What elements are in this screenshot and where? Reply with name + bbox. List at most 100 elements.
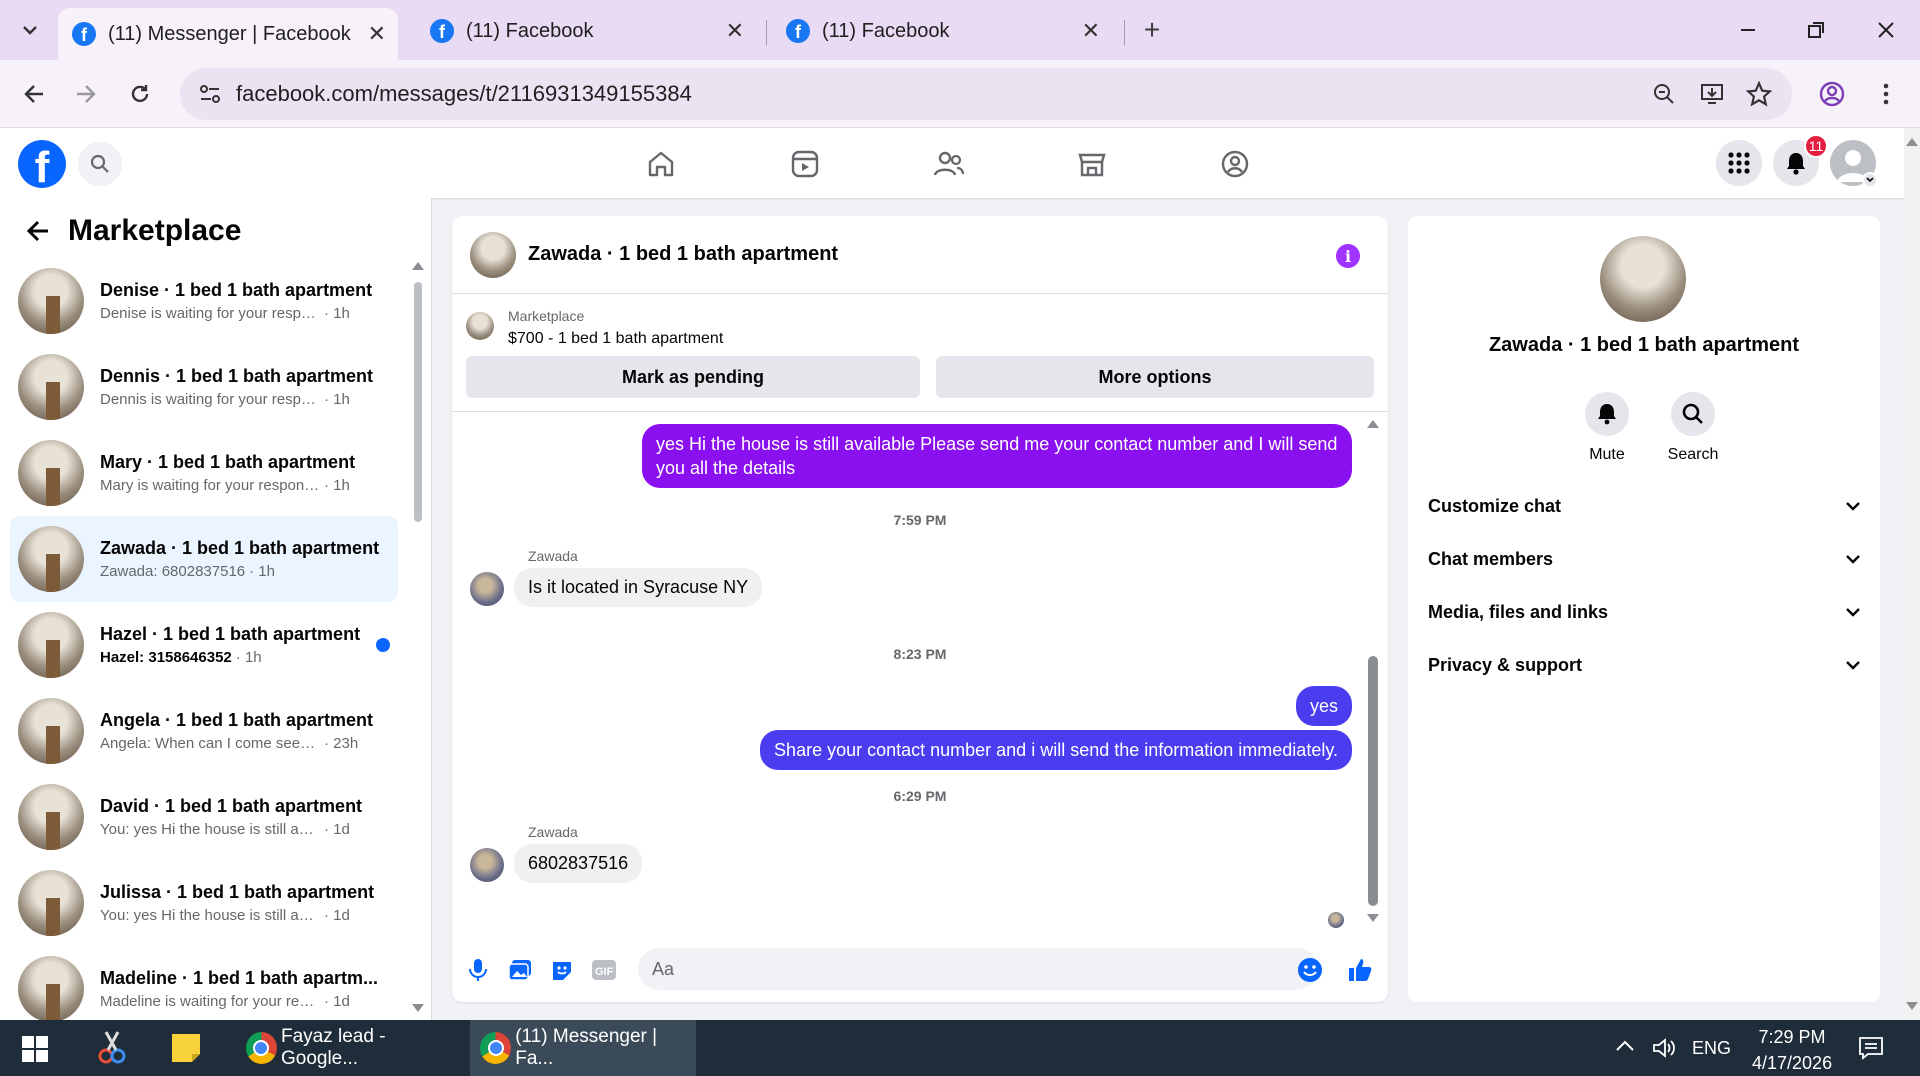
menu-grid-button[interactable] [1716,140,1762,186]
message-thread: yes Hi the house is still available Plea… [452,414,1388,934]
scroll-down-icon[interactable] [1367,914,1379,922]
conversation-avatar[interactable] [470,232,516,278]
windows-start-icon[interactable] [22,1036,48,1062]
notification-center-icon[interactable] [1858,1036,1884,1060]
close-tab-icon[interactable]: ✕ [368,21,386,47]
section-privacy-support[interactable]: Privacy & support [1428,645,1860,685]
video-icon[interactable] [787,146,823,182]
scroll-down-icon[interactable] [412,1004,424,1012]
zoom-icon[interactable] [1652,82,1676,106]
browser-toolbar: facebook.com/messages/t/2116931349155384 [0,60,1920,128]
chat-item-denise[interactable]: Denise · 1 bed 1 bath apartment Denise i… [10,258,398,344]
new-tab-icon[interactable]: + [1136,14,1168,46]
chat-item-dennis[interactable]: Dennis · 1 bed 1 bath apartment Dennis i… [10,344,398,430]
chevron-down-icon [1846,661,1860,670]
taskbar-app-fayaz-lead[interactable]: Fayaz lead - Google... [236,1020,462,1076]
gif-icon[interactable]: GIF [590,956,618,984]
install-app-icon[interactable] [1700,82,1724,106]
like-thumbs-up-icon[interactable] [1346,956,1374,984]
site-settings-icon[interactable] [198,82,222,106]
close-tab-icon[interactable]: ✕ [726,18,744,44]
browser-tab-strip: f (11) Messenger | Facebook ✕ f (11) Fac… [0,0,1920,60]
reload-icon[interactable] [124,78,156,110]
tab-search-chevron-icon[interactable] [14,14,46,46]
more-options-button[interactable]: More options [936,356,1374,398]
chat-time: · 1h [249,563,275,580]
page-scrollbar[interactable] [1904,128,1920,1020]
listing-title[interactable]: $700 - 1 bed 1 bath apartment [508,330,723,348]
search-button[interactable]: Search [1658,392,1728,464]
forward-icon[interactable] [70,78,102,110]
chat-item-david[interactable]: David · 1 bed 1 bath apartment You: yes … [10,774,398,860]
back-arrow-icon[interactable] [26,219,50,243]
chat-item-julissa[interactable]: Julissa · 1 bed 1 bath apartment You: ye… [10,860,398,946]
sticker-icon[interactable] [548,956,576,984]
chat-time: · 1h [324,391,350,408]
chat-item-hazel[interactable]: Hazel · 1 bed 1 bath apartment Hazel: 31… [10,602,398,688]
chat-preview: Angela: When can I come seee it [100,735,320,752]
scroll-up-icon[interactable] [1906,138,1918,146]
chat-item-zawada[interactable]: Zawada · 1 bed 1 bath apartment Zawada: … [10,516,398,602]
back-icon[interactable] [18,78,50,110]
chat-name: Mary · 1 bed 1 bath apartment [100,452,356,472]
input-language[interactable]: ENG [1692,1038,1731,1059]
home-icon[interactable] [643,146,679,182]
avatar [18,526,84,592]
restore-icon[interactable] [1800,14,1832,46]
microphone-icon[interactable] [464,956,492,984]
facebook-logo[interactable]: f [18,140,66,188]
tab-facebook-1[interactable]: f (11) Facebook ✕ [416,8,756,54]
scroll-up-icon[interactable] [1367,420,1379,428]
marketplace-label: Marketplace [508,308,585,324]
profile-avatar[interactable] [1600,236,1686,322]
tab-messenger[interactable]: f (11) Messenger | Facebook ✕ [58,8,398,60]
chat-time: · 1d [324,907,350,924]
close-tab-icon[interactable]: ✕ [1082,18,1100,44]
section-customize-chat[interactable]: Customize chat [1428,486,1860,526]
volume-icon[interactable] [1652,1036,1676,1060]
sticky-notes-icon[interactable] [170,1032,202,1064]
section-chat-members[interactable]: Chat members [1428,539,1860,579]
scroll-down-icon[interactable] [1906,1002,1918,1010]
taskbar-app-messenger[interactable]: (11) Messenger | Fa... [470,1020,696,1076]
mute-button[interactable]: Mute [1572,392,1642,464]
bookmark-star-icon[interactable] [1746,81,1772,107]
message-scrollbar[interactable] [1368,656,1378,906]
message-input[interactable] [638,948,1318,990]
emoji-icon[interactable] [1296,956,1324,984]
sender-name: Zawada [528,824,578,840]
browser-menu-icon[interactable] [1870,78,1902,110]
info-icon[interactable]: i [1336,244,1360,268]
chevron-down-icon [1846,608,1860,617]
chrome-icon [480,1032,512,1064]
chat-time: · 1h [324,305,350,322]
clock[interactable]: 7:29 PM 4/17/2026 [1752,1024,1832,1076]
tray-overflow-chevron-icon[interactable] [1616,1040,1634,1052]
sender-avatar[interactable] [470,572,504,606]
profile-icon[interactable] [1816,78,1848,110]
account-chevron-icon[interactable] [1862,172,1878,188]
profile-name[interactable]: Zawada · 1 bed 1 bath apartment [1408,334,1880,357]
facebook-search-button[interactable] [78,142,122,186]
mark-as-pending-button[interactable]: Mark as pending [466,356,920,398]
snipping-tool-icon[interactable] [96,1030,128,1066]
chat-list-scrollbar[interactable] [414,282,422,522]
section-media-files-links[interactable]: Media, files and links [1428,592,1860,632]
sender-avatar[interactable] [470,848,504,882]
scroll-up-icon[interactable] [412,262,424,270]
bell-icon [1585,392,1629,436]
close-window-icon[interactable] [1870,14,1902,46]
listing-thumbnail[interactable] [466,312,494,340]
bell-icon [1787,153,1805,175]
minimize-icon[interactable] [1732,14,1764,46]
address-bar[interactable]: facebook.com/messages/t/2116931349155384 [180,68,1792,120]
tab-title: (11) Facebook [822,19,950,42]
gaming-icon[interactable] [1217,146,1253,182]
photo-icon[interactable] [506,956,534,984]
conversation-title[interactable]: Zawada · 1 bed 1 bath apartment [528,243,838,266]
tab-facebook-2[interactable]: f (11) Facebook ✕ [772,8,1112,54]
friends-icon[interactable] [931,146,967,182]
chat-item-angela[interactable]: Angela · 1 bed 1 bath apartment Angela: … [10,688,398,774]
chat-item-mary[interactable]: Mary · 1 bed 1 bath apartment Mary is wa… [10,430,398,516]
marketplace-icon[interactable] [1074,146,1110,182]
